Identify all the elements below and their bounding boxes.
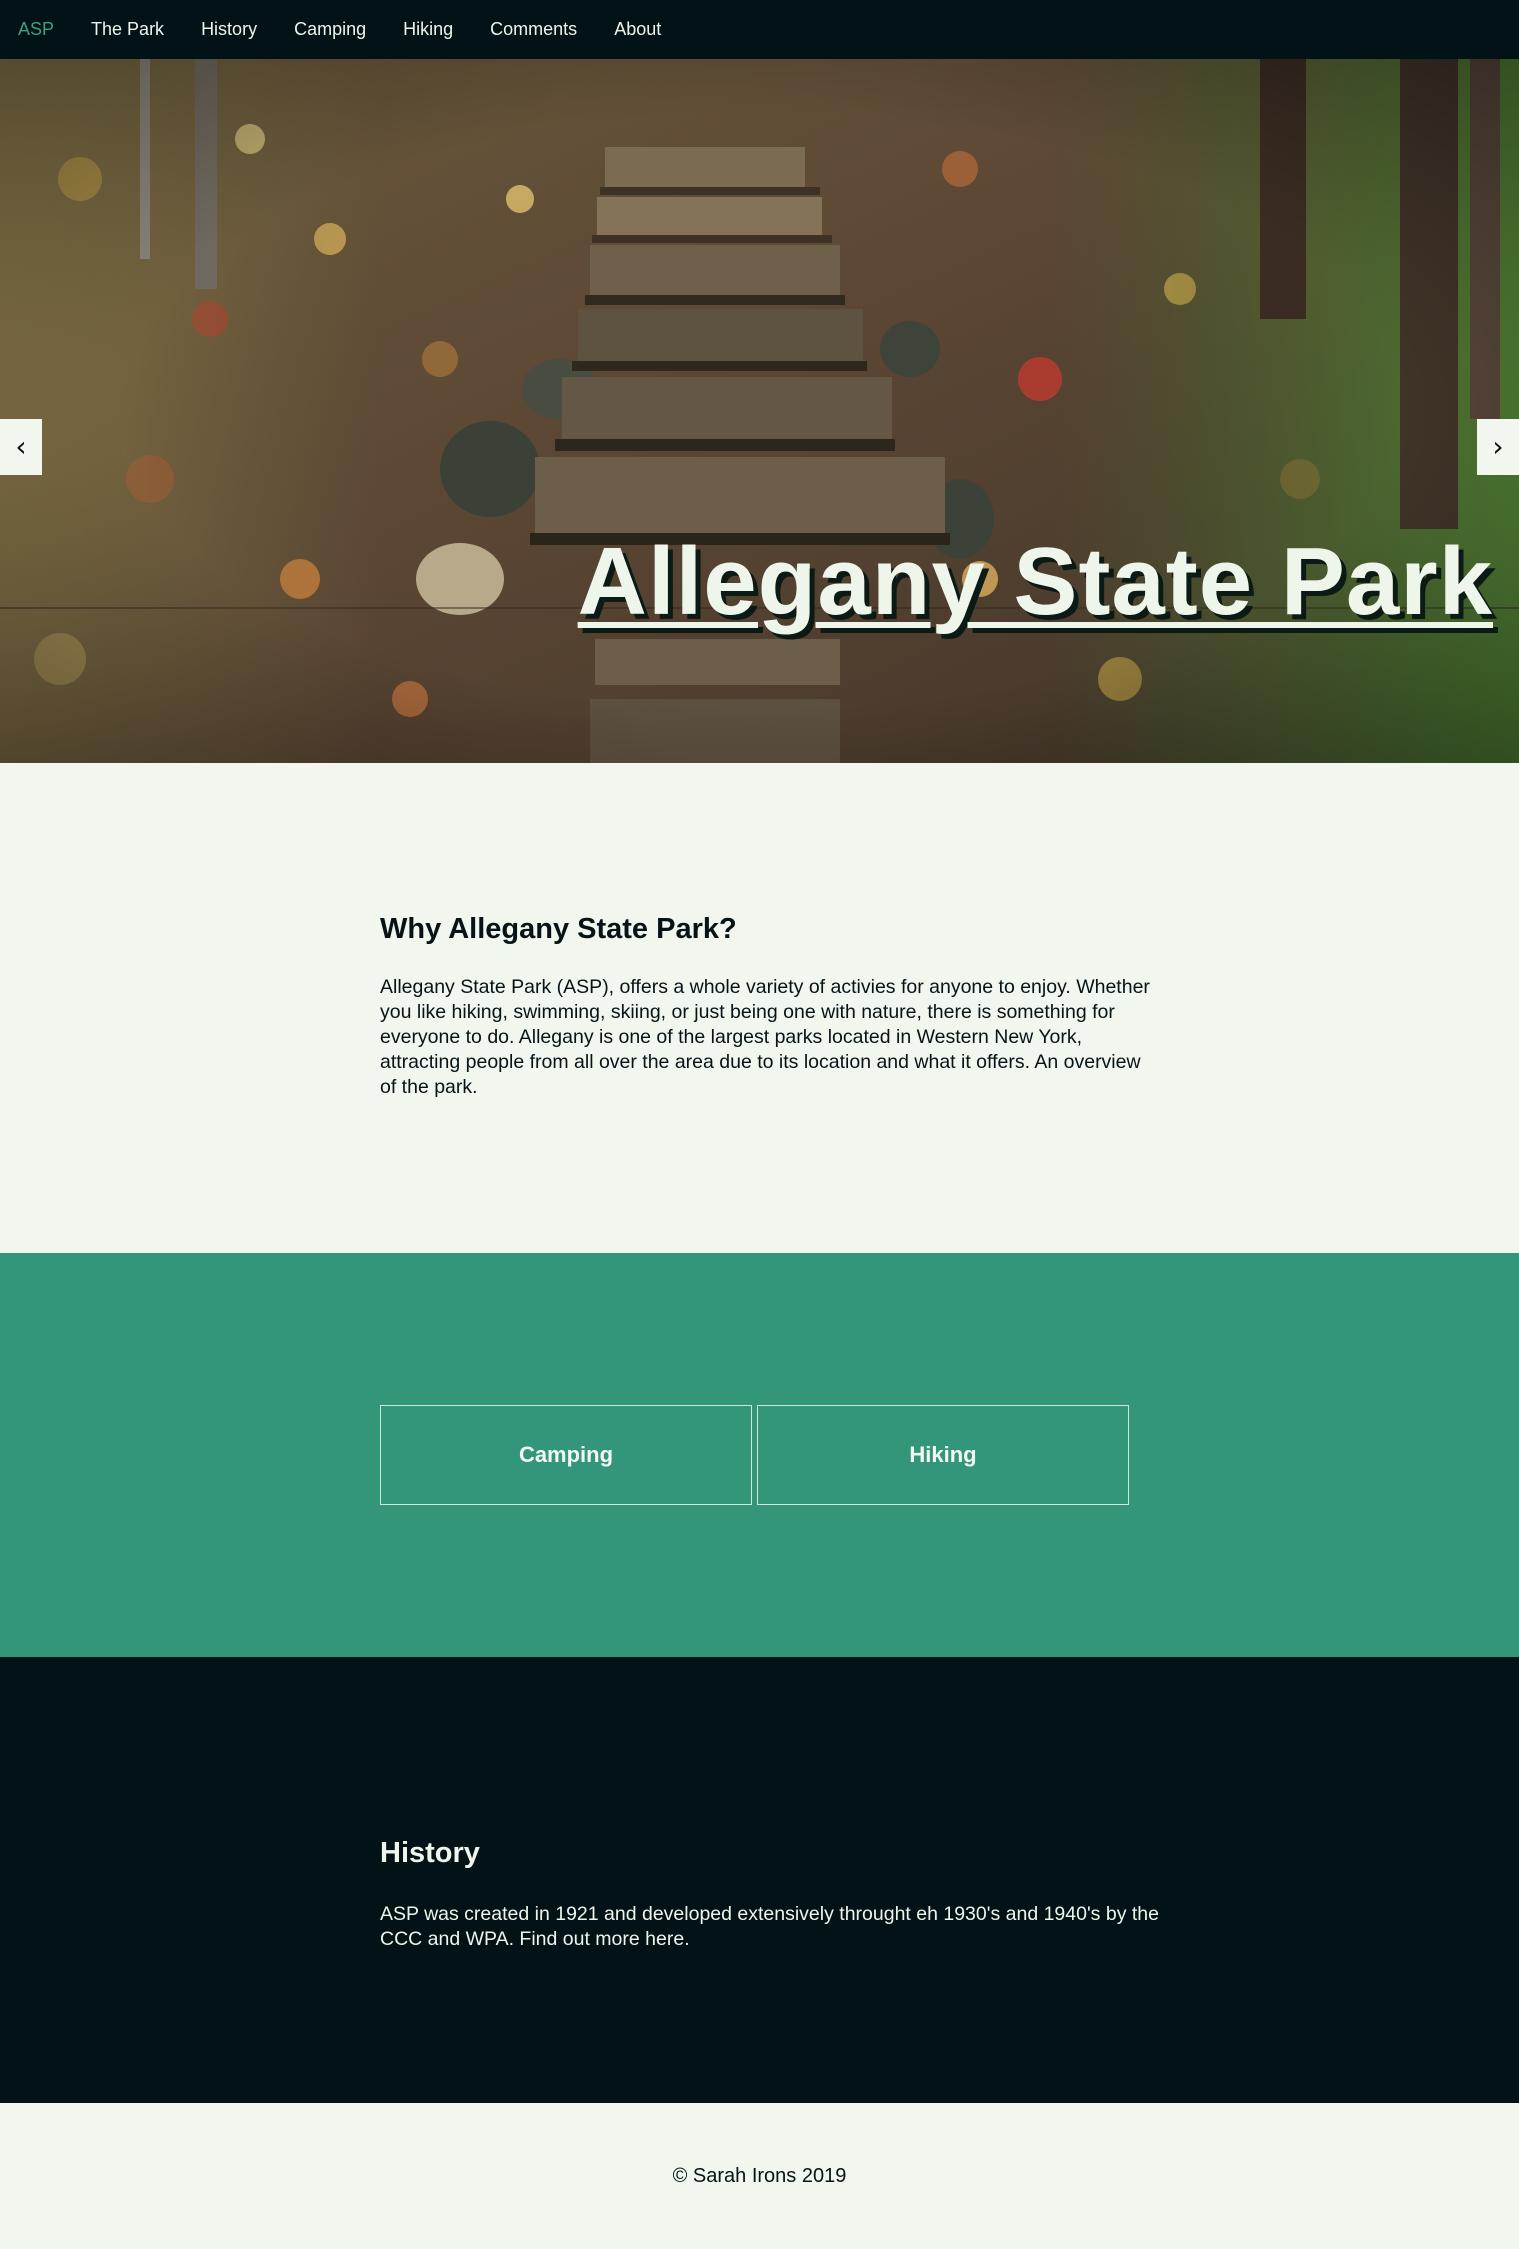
top-navbar: ASP The Park History Camping Hiking Comm… — [0, 0, 1519, 59]
hero-image-forest-steps — [0, 59, 1519, 763]
hero-title[interactable]: Allegany State Park — [578, 534, 1493, 630]
history-section: History ASP was created in 1921 and deve… — [0, 1657, 1519, 2103]
intro-section: Why Allegany State Park? Allegany State … — [0, 763, 1519, 1253]
history-body-tail: . — [684, 1928, 690, 1950]
intro-heading: Why Allegany State Park? — [380, 913, 737, 945]
history-heading: History — [380, 1837, 480, 1869]
history-body-text: ASP was created in 1921 and developed ex… — [380, 1903, 1159, 1950]
intro-body: Allegany State Park (ASP), offers a whol… — [380, 976, 1150, 1098]
carousel-next-button[interactable]: › — [1477, 419, 1519, 475]
nav-brand-link[interactable]: ASP — [18, 19, 54, 40]
hiking-tile[interactable]: Hiking — [757, 1405, 1129, 1505]
footer: © Sarah Irons 2019 — [0, 2103, 1519, 2249]
nav-link-comments[interactable]: Comments — [490, 19, 577, 40]
history-more-link[interactable]: here — [645, 1928, 684, 1950]
camping-tile[interactable]: Camping — [380, 1405, 752, 1505]
activities-section: Camping Hiking — [0, 1253, 1519, 1657]
history-body: ASP was created in 1921 and developed ex… — [380, 1902, 1160, 1952]
nav-link-the-park[interactable]: The Park — [91, 19, 164, 40]
hero-carousel: ‹ › Allegany State Park — [0, 59, 1519, 763]
nav-link-camping[interactable]: Camping — [294, 19, 366, 40]
nav-link-about[interactable]: About — [614, 19, 661, 40]
carousel-prev-button[interactable]: ‹ — [0, 419, 42, 475]
footer-copyright: © Sarah Irons 2019 — [672, 2164, 847, 2187]
nav-link-hiking[interactable]: Hiking — [403, 19, 453, 40]
nav-link-history[interactable]: History — [201, 19, 257, 40]
